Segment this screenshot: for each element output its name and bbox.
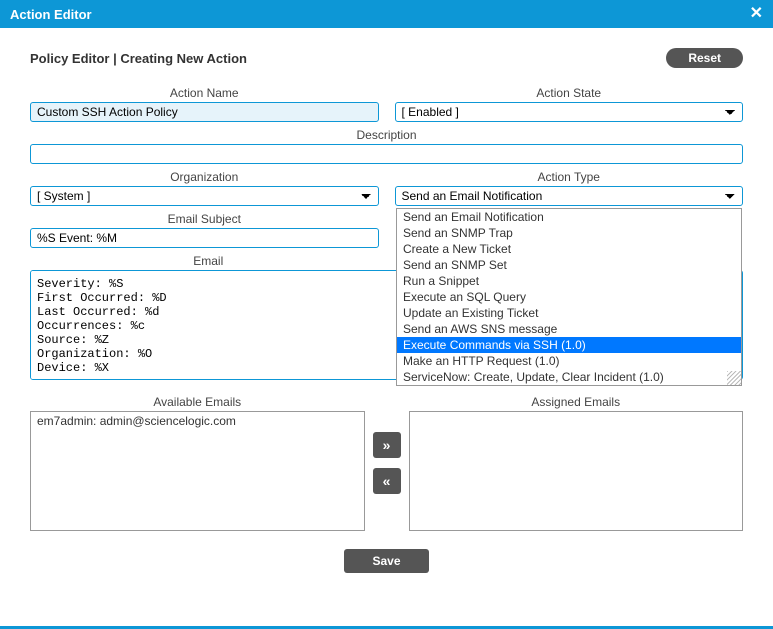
action-type-option[interactable]: Create a New Ticket	[397, 241, 741, 257]
resize-handle-icon[interactable]	[727, 371, 741, 385]
row-org-type: Organization [ System ] Action Type Send…	[30, 170, 743, 206]
save-button[interactable]: Save	[344, 549, 428, 573]
action-type-option[interactable]: Send an SNMP Set	[397, 257, 741, 273]
row-description: Description	[30, 128, 743, 164]
action-type-option[interactable]: Send an SNMP Trap	[397, 225, 741, 241]
available-emails-listbox[interactable]: em7admin: admin@sciencelogic.com	[30, 411, 365, 531]
row-name-state: Action Name Action State [ Enabled ]	[30, 86, 743, 122]
move-left-button[interactable]: «	[373, 468, 401, 494]
action-name-input[interactable]	[30, 102, 379, 122]
action-type-option[interactable]: Send an AWS SNS message	[397, 321, 741, 337]
label-action-state: Action State	[395, 86, 744, 100]
move-buttons: » «	[373, 395, 401, 531]
label-email-subject: Email Subject	[30, 212, 379, 226]
header-row: Policy Editor | Creating New Action Rese…	[30, 48, 743, 68]
window-title: Action Editor	[10, 7, 92, 22]
action-type-option[interactable]: Execute an SQL Query	[397, 289, 741, 305]
action-type-option[interactable]: Send an Email Notification	[397, 209, 741, 225]
action-type-option[interactable]: Run a Snippet	[397, 273, 741, 289]
list-item[interactable]: em7admin: admin@sciencelogic.com	[31, 412, 364, 430]
description-input[interactable]	[30, 144, 743, 164]
action-type-select[interactable]: Send an Email Notification	[395, 186, 744, 206]
move-right-button[interactable]: »	[373, 432, 401, 458]
action-type-option[interactable]: ServiceNow: Create, Update, Clear Incide…	[397, 369, 741, 385]
label-available-emails: Available Emails	[30, 395, 365, 409]
action-state-select[interactable]: [ Enabled ]	[395, 102, 744, 122]
label-email-body: Email	[30, 254, 387, 268]
action-type-option[interactable]: Make an HTTP Request (1.0)	[397, 353, 741, 369]
close-icon[interactable]: ✕	[750, 6, 763, 22]
reset-button[interactable]: Reset	[666, 48, 743, 68]
email-subject-input[interactable]	[30, 228, 379, 248]
label-action-name: Action Name	[30, 86, 379, 100]
assigned-emails-listbox[interactable]	[409, 411, 744, 531]
page-subtitle: Policy Editor | Creating New Action	[30, 51, 247, 66]
label-organization: Organization	[30, 170, 379, 184]
label-action-type: Action Type	[395, 170, 744, 184]
label-description: Description	[30, 128, 743, 142]
action-type-option[interactable]: Execute Commands via SSH (1.0)	[397, 337, 741, 353]
label-assigned-emails: Assigned Emails	[409, 395, 744, 409]
action-type-dropdown-list[interactable]: Send an Email NotificationSend an SNMP T…	[396, 208, 742, 386]
titlebar: Action Editor ✕	[0, 0, 773, 28]
action-type-option[interactable]: Update an Existing Ticket	[397, 305, 741, 321]
save-row: Save	[30, 549, 743, 573]
email-lists: Available Emails em7admin: admin@science…	[30, 395, 743, 531]
organization-select[interactable]: [ System ]	[30, 186, 379, 206]
